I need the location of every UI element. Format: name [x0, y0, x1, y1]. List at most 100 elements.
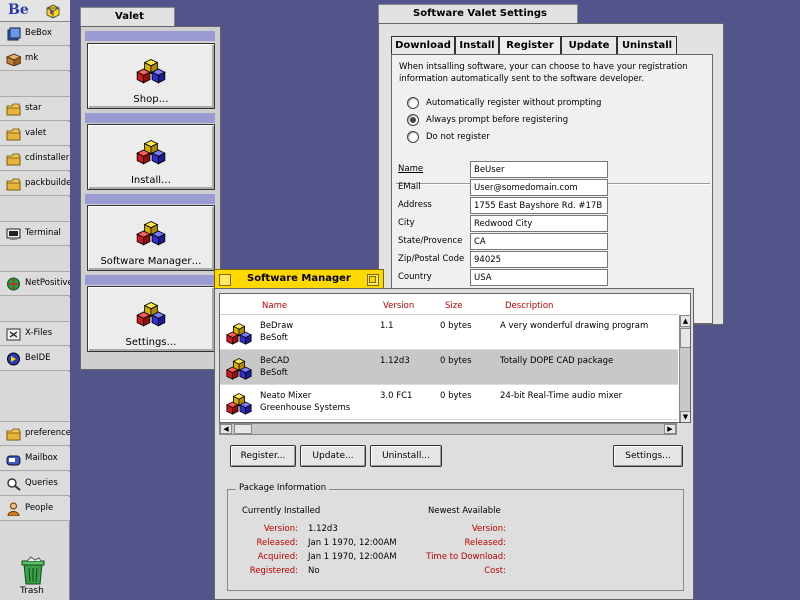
deskbar-item-queries[interactable]: Queries	[0, 472, 70, 496]
tab-update[interactable]: Update	[561, 36, 617, 54]
zoom-icon[interactable]	[367, 274, 379, 286]
deskbar-item-mailbox[interactable]: Mailbox	[0, 447, 70, 471]
scroll-left-icon[interactable]: ◀	[220, 424, 232, 434]
radio-prompt-register[interactable]: Always prompt before registering	[407, 114, 657, 128]
queries-icon	[7, 478, 21, 491]
deskbar-item-terminal[interactable]: Terminal	[0, 222, 70, 246]
valet-title: Valet	[115, 11, 144, 22]
installed-released-value: Jan 1 1970, 12:00AM	[308, 538, 397, 548]
software-manager-tab[interactable]: Software Manager	[214, 269, 384, 289]
scroll-thumb[interactable]	[234, 424, 252, 434]
deskbar-spacer	[0, 197, 70, 222]
state-field[interactable]: CA	[470, 233, 608, 250]
tab-install[interactable]: Install	[455, 36, 499, 54]
deskbar-item-mk[interactable]: mk	[0, 47, 70, 71]
installed-acquired-value: Jan 1 1970, 12:00AM	[308, 552, 397, 562]
deskbar-item-label: NetPositive	[25, 278, 70, 288]
country-field-row: Country USA	[398, 269, 618, 286]
column-header-version[interactable]: Version	[383, 301, 414, 311]
address-field[interactable]: 1755 East Bayshore Rd. #17B	[470, 197, 608, 214]
package-description: Totally DOPE CAD package	[500, 356, 614, 366]
package-icon	[226, 393, 252, 415]
scroll-thumb[interactable]	[680, 328, 690, 348]
valet-window-tab[interactable]: Valet	[80, 7, 175, 27]
scroll-down-icon[interactable]: ▼	[680, 411, 690, 422]
tab-uninstall[interactable]: Uninstall	[617, 36, 677, 54]
radio-label: Automatically register without prompting	[426, 98, 602, 108]
shop-label: Shop…	[133, 94, 169, 105]
name-field[interactable]: BeUser	[470, 161, 608, 178]
country-label: Country	[398, 272, 432, 282]
table-row[interactable]: BeCAD BeSoft 1.12d3 0 bytes Totally DOPE…	[220, 350, 678, 385]
uninstall-button[interactable]: Uninstall...	[370, 445, 442, 467]
email-field[interactable]: User@somedomain.com	[470, 179, 608, 196]
horizontal-scrollbar[interactable]: ◀ ▶	[219, 423, 677, 435]
terminal-icon	[6, 228, 21, 240]
radio-button[interactable]	[407, 114, 419, 126]
update-button[interactable]: Update...	[300, 445, 366, 467]
newest-header: Newest Available	[428, 506, 501, 516]
column-header-name[interactable]: Name	[262, 301, 287, 311]
tab-register[interactable]: Register	[499, 36, 561, 55]
register-button[interactable]: Register...	[230, 445, 296, 467]
vertical-scrollbar[interactable]: ▲ ▼	[679, 315, 690, 422]
name-label: Name	[398, 164, 424, 174]
radio-no-register[interactable]: Do not register	[407, 131, 657, 145]
table-row[interactable]: BeDraw BeSoft 1.1 0 bytes A very wonderf…	[220, 315, 678, 350]
deskbar-item-label: mk	[25, 53, 39, 63]
installed-version-value: 1.12d3	[308, 524, 338, 534]
column-header-description[interactable]: Description	[505, 301, 553, 311]
package-version: 3.0 FC1	[380, 391, 413, 401]
deskbar-item-netpositive[interactable]: NetPositive	[0, 272, 70, 296]
register-intro: When intsalling software, your can choos…	[399, 62, 688, 84]
shop-button[interactable]: Shop…	[87, 43, 215, 109]
package-name: BeCAD	[260, 356, 290, 366]
column-header-size[interactable]: Size	[445, 301, 462, 311]
settings-button[interactable]: Settings...	[613, 445, 683, 467]
zip-field[interactable]: 94025	[470, 251, 608, 268]
scroll-right-icon[interactable]: ▶	[664, 424, 676, 434]
deskbar-item-cdinstaller[interactable]: cdinstaller	[0, 147, 70, 171]
leaf-icon	[46, 4, 60, 19]
register-panel: When intsalling software, your can choos…	[391, 54, 713, 324]
scroll-up-icon[interactable]: ▲	[680, 315, 690, 327]
package-icon	[136, 302, 166, 327]
software-manager-title: Software Manager	[247, 273, 351, 284]
installed-registered-label: Registered:	[249, 566, 298, 576]
radio-button[interactable]	[407, 97, 419, 109]
deskbar-item-beide[interactable]: BeIDE	[0, 347, 70, 371]
deskbar-item-label: Terminal	[25, 228, 61, 238]
package-vendor: BeSoft	[260, 333, 288, 343]
radio-auto-register[interactable]: Automatically register without prompting	[407, 97, 657, 111]
deskbar-item-packbuilder[interactable]: packbuilder	[0, 172, 70, 196]
radio-button[interactable]	[407, 131, 419, 143]
table-row[interactable]: Neato Mixer Greenhouse Systems 3.0 FC1 0…	[220, 385, 678, 420]
deskbar-item-bebox[interactable]: BeBox	[0, 22, 70, 46]
radio-label: Do not register	[426, 132, 490, 142]
settings-window-tab[interactable]: Software Valet Settings	[378, 4, 578, 24]
deskbar-item-label: preferences	[25, 428, 70, 438]
trash[interactable]: Trash	[10, 554, 58, 598]
divider	[85, 31, 215, 41]
package-vendor: BeSoft	[260, 368, 288, 378]
deskbar-item-valet[interactable]: valet	[0, 122, 70, 146]
radio-label: Always prompt before registering	[426, 115, 569, 125]
country-field[interactable]: USA	[470, 269, 608, 286]
package-icon	[226, 358, 252, 380]
folder-icon	[6, 153, 21, 166]
be-menu[interactable]: Be	[0, 0, 70, 22]
settings-button[interactable]: Settings…	[87, 286, 215, 352]
deskbar-item-label: valet	[25, 128, 47, 138]
newest-version-label: Version:	[471, 524, 506, 534]
deskbar-item-x-files[interactable]: X-Files	[0, 322, 70, 346]
city-field[interactable]: Redwood City	[470, 215, 608, 232]
deskbar-item-star[interactable]: star	[0, 97, 70, 121]
tab-download[interactable]: Download	[391, 36, 455, 54]
close-icon[interactable]	[219, 274, 231, 286]
software-manager-button[interactable]: Software Manager…	[87, 205, 215, 271]
newest-download-time-label: Time to Download:	[426, 552, 506, 562]
deskbar-item-preferences[interactable]: preferences	[0, 422, 70, 446]
install-button[interactable]: Install…	[87, 124, 215, 190]
deskbar-item-people[interactable]: People	[0, 497, 70, 521]
folder-icon	[6, 103, 21, 116]
